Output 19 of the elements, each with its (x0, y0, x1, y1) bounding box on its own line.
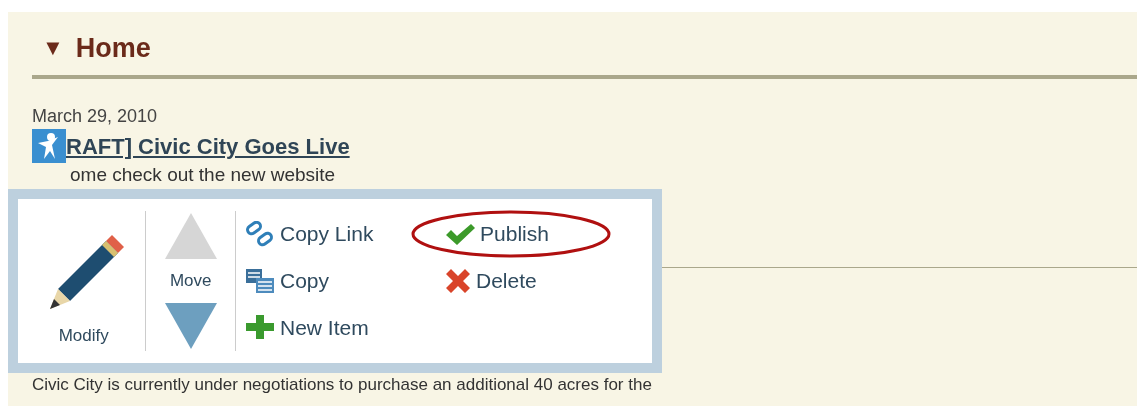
chain-link-icon (244, 221, 276, 248)
cross-icon (444, 266, 472, 295)
plus-icon (244, 313, 276, 342)
checkmark-icon (444, 222, 476, 247)
section-title: Home (75, 32, 151, 65)
action-link[interactable]: Delete (444, 265, 537, 297)
post-date: March 29, 2010 (32, 104, 159, 127)
person-icon (32, 129, 66, 163)
modify-button[interactable]: Modify (26, 210, 142, 351)
action-link[interactable]: Copy (244, 265, 330, 297)
move-down-icon[interactable] (162, 300, 219, 351)
action-link[interactable]: New Item (244, 311, 369, 344)
post-title-link[interactable]: RAFT] Civic City Goes Live (66, 129, 350, 163)
action-link[interactable]: Copy Link (244, 218, 374, 250)
copy-icon (244, 266, 276, 295)
collapse-toggle[interactable]: ▼ (42, 37, 64, 60)
move-label: Move (169, 270, 212, 292)
body-text: Civic City is currently under negotiations to purchase an additional 40 acres for the (32, 373, 653, 395)
post-summary: ome check out the new website (70, 163, 337, 187)
